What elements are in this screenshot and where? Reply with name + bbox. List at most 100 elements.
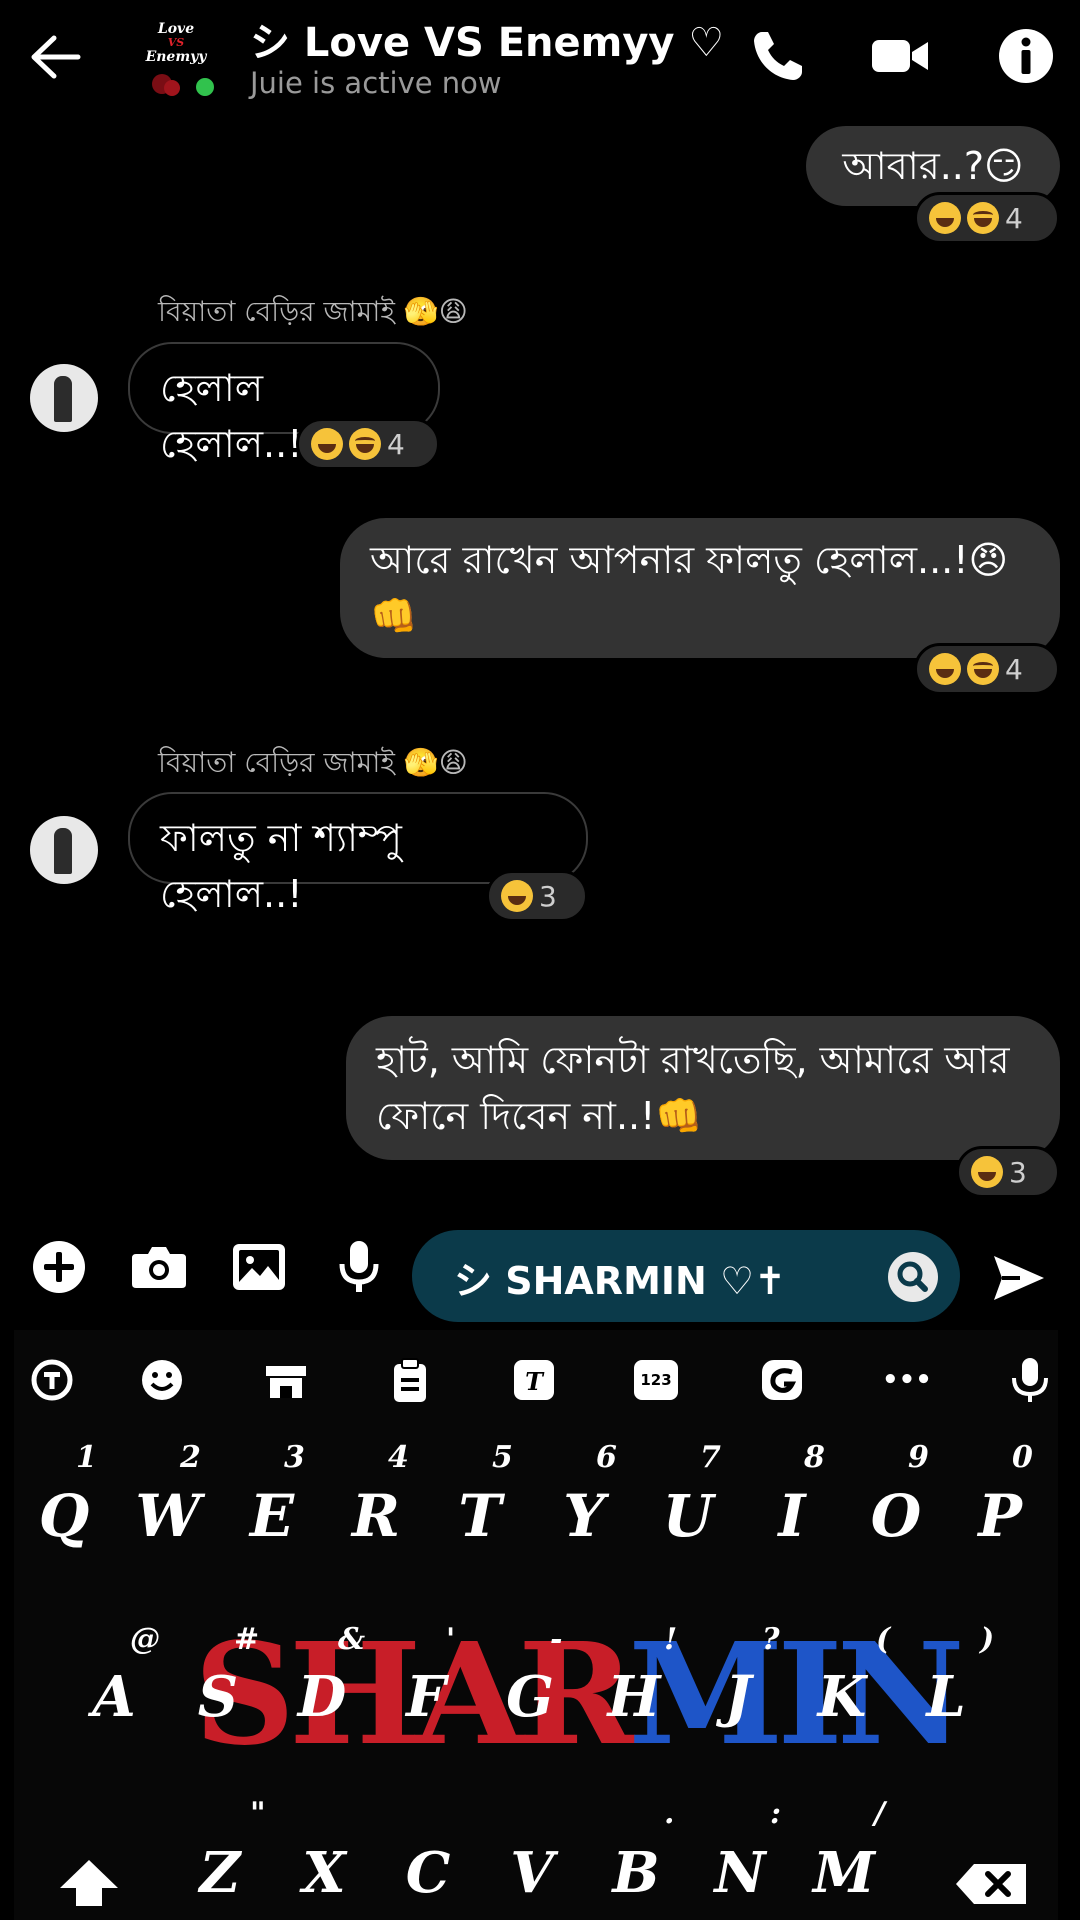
reaction-badge[interactable]: 3 — [956, 1146, 1060, 1198]
key-hint-hash: # — [234, 1622, 260, 1657]
key-c[interactable]: C — [378, 1840, 478, 1906]
logo-text-enemyy: Enemyy — [145, 49, 207, 65]
key-row-3: Z X C V B N M — [14, 1840, 1058, 1920]
key-w[interactable]: W — [118, 1482, 218, 1550]
key-hint-apostrophe: ' — [446, 1622, 456, 1657]
key-o[interactable]: O — [846, 1482, 946, 1550]
laughing-emoji-icon — [311, 428, 343, 460]
key-z[interactable]: Z — [170, 1840, 270, 1906]
svg-text:T: T — [525, 1367, 545, 1396]
laughing-emoji-icon — [929, 653, 961, 685]
message-input-value: シ SHARMIN ♡✝ — [454, 1259, 786, 1303]
store-icon[interactable] — [262, 1356, 310, 1404]
key-hint-exclamation: ! — [664, 1622, 678, 1657]
info-icon[interactable] — [996, 26, 1056, 86]
key-r[interactable]: R — [326, 1482, 426, 1550]
key-h[interactable]: H — [584, 1664, 684, 1730]
sender-name: বিয়াতা বেড়ির জামাই 🫣😩 — [158, 746, 468, 779]
search-icon[interactable] — [888, 1252, 938, 1302]
key-hint-9: 9 — [908, 1440, 929, 1475]
key-b[interactable]: B — [586, 1840, 686, 1906]
translate-icon[interactable] — [28, 1356, 76, 1404]
key-g[interactable]: G — [480, 1664, 580, 1730]
key-hint-ampersand: & — [338, 1622, 366, 1657]
key-t[interactable]: T — [430, 1482, 530, 1550]
reaction-count: 4 — [1005, 652, 1023, 686]
key-m[interactable]: M — [794, 1840, 894, 1906]
key-f[interactable]: F — [376, 1664, 476, 1730]
key-l[interactable]: L — [896, 1664, 996, 1730]
reaction-badge[interactable]: 4 — [914, 192, 1060, 244]
message-input[interactable]: シ SHARMIN ♡✝ — [412, 1230, 960, 1322]
key-hint-paren-close: ) — [980, 1622, 995, 1657]
key-s[interactable]: S — [168, 1664, 268, 1730]
active-status-dot — [192, 74, 218, 100]
key-p[interactable]: P — [950, 1482, 1050, 1550]
key-hint-quote: " — [250, 1796, 266, 1831]
key-j[interactable]: J — [688, 1664, 788, 1730]
keyboard-toolbar: T 123 ••• — [14, 1330, 1058, 1434]
key-v[interactable]: V — [482, 1840, 582, 1906]
send-icon[interactable] — [990, 1250, 1046, 1306]
message-text: আবার..?😏 — [842, 144, 1024, 188]
key-u[interactable]: U — [638, 1482, 738, 1550]
key-hint-2: 2 — [180, 1440, 201, 1475]
logo-text-love: Love — [157, 21, 195, 37]
reaction-count: 3 — [539, 879, 557, 913]
outgoing-message[interactable]: হাট, আমি ফোনটা রাখতেছি, আমারে আর ফোনে দি… — [346, 1016, 1060, 1160]
key-row-2: A S D F G H J K L — [14, 1664, 1058, 1744]
gallery-image-icon[interactable] — [230, 1238, 288, 1296]
numeric-keypad-icon[interactable]: 123 — [634, 1356, 682, 1404]
key-a[interactable]: A — [64, 1664, 164, 1730]
key-x[interactable]: X — [274, 1840, 374, 1906]
key-hint-slash: / — [874, 1796, 885, 1831]
key-hint-6: 6 — [596, 1440, 617, 1475]
key-hint-8: 8 — [804, 1440, 825, 1475]
gif-sticker-icon[interactable] — [758, 1356, 806, 1404]
message-text: ফালতু না শ্যাম্পু হেলাল..! — [160, 816, 403, 916]
reaction-badge[interactable]: 4 — [914, 643, 1060, 695]
symbol-hint-row-3: " . : / — [14, 1796, 1058, 1836]
numeric-keypad-label: 123 — [634, 1360, 678, 1400]
tears-of-joy-emoji-icon — [967, 202, 999, 234]
emoji-icon[interactable] — [138, 1356, 186, 1404]
key-q[interactable]: Q — [14, 1482, 114, 1550]
key-hint-4: 4 — [388, 1440, 409, 1475]
key-row-1: Q W E R T Y U I O P — [14, 1482, 1058, 1562]
sender-avatar[interactable] — [30, 816, 98, 884]
key-hint-question: ? — [762, 1622, 780, 1657]
message-text: হেলাল হেলাল..! — [160, 366, 303, 466]
key-e[interactable]: E — [222, 1482, 322, 1550]
key-i[interactable]: I — [742, 1482, 842, 1550]
key-k[interactable]: K — [792, 1664, 892, 1730]
tears-of-joy-emoji-icon — [349, 428, 381, 460]
key-d[interactable]: D — [272, 1664, 372, 1730]
microphone-icon[interactable] — [330, 1238, 388, 1296]
reaction-badge[interactable]: 4 — [296, 418, 440, 470]
chat-title[interactable]: シ Love VS Enemyy ♡ — [250, 10, 724, 68]
message-composer: シ SHARMIN ♡✝ — [0, 1210, 1080, 1330]
font-style-icon[interactable]: T — [510, 1356, 558, 1404]
phone-call-icon[interactable] — [748, 26, 808, 86]
key-hint-at: @ — [130, 1622, 160, 1657]
sender-avatar[interactable] — [30, 364, 98, 432]
message-text-line-2: 👊 — [370, 594, 418, 638]
key-hint-1: 1 — [76, 1440, 97, 1475]
outgoing-message[interactable]: আরে রাখেন আপনার ফালতু হেলাল...!😠 👊 — [340, 518, 1060, 658]
key-y[interactable]: Y — [534, 1482, 634, 1550]
more-options-icon[interactable]: ••• — [882, 1356, 932, 1404]
keyboard: T 123 ••• SHARMIN 1 2 3 4 5 6 7 8 9 0 Q — [14, 1330, 1058, 1920]
clipboard-icon[interactable] — [386, 1356, 434, 1404]
back-arrow-icon[interactable] — [28, 30, 82, 84]
key-n[interactable]: N — [690, 1840, 790, 1906]
backspace-key-icon[interactable] — [954, 1860, 1030, 1908]
message-text-line-1: আরে রাখেন আপনার ফালতু হেলাল...!😠 — [370, 538, 1009, 582]
key-hint-colon: : — [770, 1796, 782, 1831]
reaction-badge[interactable]: 3 — [486, 870, 588, 922]
camera-icon[interactable] — [130, 1238, 188, 1296]
plus-icon[interactable] — [30, 1238, 88, 1296]
video-call-icon[interactable] — [870, 26, 930, 86]
sender-name: বিয়াতা বেড়ির জামাই 🫣😩 — [158, 295, 468, 328]
reaction-count: 4 — [1005, 201, 1023, 235]
voice-input-icon[interactable] — [1006, 1356, 1054, 1404]
